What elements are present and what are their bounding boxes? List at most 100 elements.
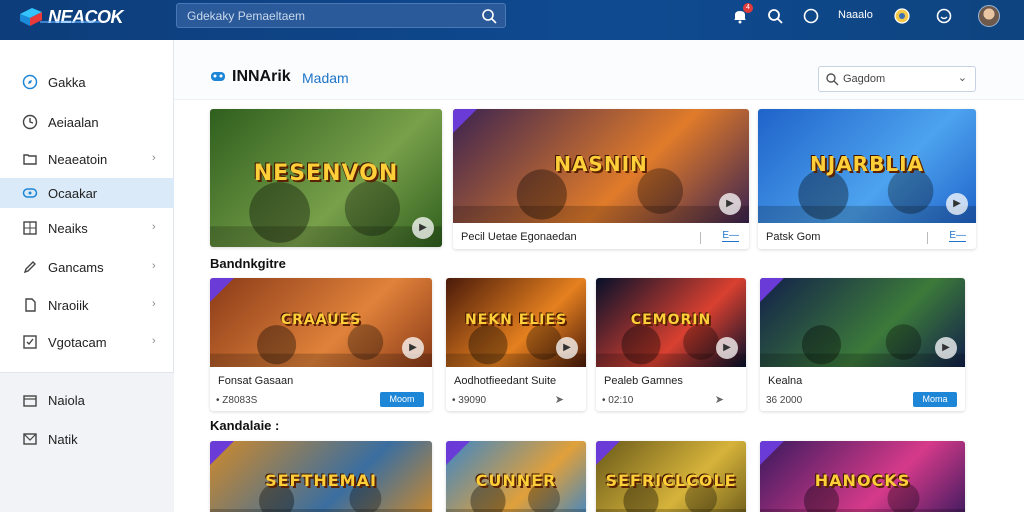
sidebar-item-ocaakar[interactable]: Ocaakar — [0, 178, 174, 208]
sort-dropdown[interactable]: Gagdom ⌄ — [818, 66, 976, 92]
search-icon[interactable] — [766, 7, 784, 25]
sidebar: Gakka Aeiaalan Neaeatoin › Ocaakar Neaiks › Gan… — [0, 40, 174, 512]
game-card[interactable]: SEFTHEMAI — [210, 441, 432, 512]
card-title: Fonsat Gasaan — [218, 375, 294, 387]
game-card[interactable]: HANOCKS — [760, 441, 965, 512]
sidebar-item-gakka[interactable]: Gakka — [0, 67, 174, 97]
card-meta: • Z8083S — [216, 395, 258, 406]
chevron-right-icon: › — [152, 152, 156, 164]
game-thumbnail[interactable]: HANOCKS — [760, 441, 965, 512]
top-bar: NEACOK Gdekaky Pemaeltaem 4 Naaalo — [0, 0, 1024, 40]
game-title-art: NESENVON — [253, 161, 399, 187]
sidebar-item-label: Nraoiik — [48, 298, 89, 313]
sidebar-item-vgotacam[interactable]: Vgotacam › — [0, 327, 174, 357]
gamepad-icon — [211, 72, 225, 81]
game-card[interactable]: ▶ Kealna 36 2000 Moma — [760, 278, 965, 411]
box-icon — [23, 395, 37, 407]
sort-label: Gagdom — [843, 73, 886, 85]
sidebar-item-label: Gakka — [48, 75, 86, 90]
game-card[interactable]: SEFRICLCOLE — [596, 441, 746, 512]
sidebar-item-nraoiik[interactable]: Nraoiik › — [0, 290, 174, 320]
game-title-art: NJARBLIA — [810, 152, 924, 177]
card-link[interactable]: E— — [722, 230, 739, 242]
card-link[interactable]: E— — [949, 230, 966, 242]
game-thumbnail[interactable]: SEFRICLCOLE — [596, 441, 746, 512]
sidebar-item-label: Neaeatoin — [48, 152, 108, 167]
chevron-right-icon: › — [152, 260, 156, 272]
sidebar-item-gancams[interactable]: Gancams › — [0, 252, 174, 282]
notification-badge: 4 — [743, 3, 753, 13]
featured-card[interactable]: NESENVON ▶ — [210, 109, 442, 247]
logo-icon — [20, 8, 42, 26]
play-icon[interactable]: ▶ — [935, 337, 957, 359]
chevron-down-icon: ⌄ — [957, 72, 967, 84]
nav-text[interactable]: Naaalo — [838, 9, 873, 21]
game-thumbnail[interactable]: NESENVON ▶ — [210, 109, 442, 247]
game-thumbnail[interactable]: ▶ — [760, 278, 965, 367]
clock-icon[interactable] — [802, 7, 820, 25]
ribbon-tag — [760, 278, 784, 302]
sidebar-item-aeiaalan[interactable]: Aeiaalan — [0, 107, 174, 137]
ribbon-tag — [446, 441, 470, 465]
card-title: Pealeb Gamnes — [604, 375, 683, 387]
globe-icon[interactable] — [893, 7, 911, 25]
game-title-art: HANOCKS — [814, 471, 911, 491]
sidebar-footer-label: Naiola — [48, 393, 85, 408]
play-icon[interactable]: ▶ — [946, 193, 968, 215]
logo-text: NEACOK — [48, 6, 124, 27]
chevron-right-icon: › — [152, 298, 156, 310]
game-thumbnail[interactable]: CRAAUES ▶ — [210, 278, 432, 367]
game-card[interactable]: CRAAUES ▶ Fonsat Gasaan • Z8083S Moom — [210, 278, 432, 411]
play-icon[interactable]: ▶ — [556, 337, 578, 359]
section-title-popular: Bandnkgitre — [210, 256, 286, 271]
game-thumbnail[interactable]: SEFTHEMAI — [210, 441, 432, 512]
game-title-art: CRAAUES — [280, 311, 362, 328]
avatar[interactable] — [978, 5, 1000, 27]
sidebar-footer-label: Natik — [48, 432, 78, 447]
search-icon[interactable] — [481, 8, 497, 24]
notification-button[interactable]: 4 — [731, 3, 753, 25]
gamepad-icon — [22, 188, 38, 198]
featured-card[interactable]: NASNIN ▶ Pecil Uetae Egonaedan E— — [453, 109, 749, 249]
share-icon[interactable]: ➤ — [715, 393, 724, 406]
game-thumbnail[interactable]: NASNIN ▶ — [453, 109, 749, 223]
sidebar-item-neaeatoin[interactable]: Neaeatoin › — [0, 144, 174, 174]
game-thumbnail[interactable]: CUNNER — [446, 441, 586, 512]
document-icon — [25, 298, 36, 312]
ribbon-tag — [453, 109, 477, 133]
play-icon[interactable]: ▶ — [716, 337, 738, 359]
featured-card[interactable]: NJARBLIA ▶ Patsk Gom E— — [758, 109, 976, 249]
check-box-icon — [23, 335, 37, 349]
play-icon[interactable]: ▶ — [719, 193, 741, 215]
card-meta: • 39090 — [452, 395, 487, 406]
play-button[interactable]: Moma — [913, 392, 957, 407]
game-thumbnail[interactable]: CEMORIN ▶ — [596, 278, 746, 367]
share-icon[interactable]: ➤ — [555, 393, 564, 406]
sidebar-item-label: Gancams — [48, 260, 104, 275]
sidebar-footer-item-natik[interactable]: Natik — [0, 424, 174, 454]
search-icon — [826, 73, 839, 86]
game-thumbnail[interactable]: NJARBLIA ▶ — [758, 109, 976, 223]
page-subtitle[interactable]: Madam — [302, 70, 349, 86]
sidebar-item-neaiks[interactable]: Neaiks › — [0, 213, 174, 243]
sidebar-footer-item-naiola[interactable]: Naiola — [0, 385, 174, 415]
search-bar[interactable]: Gdekaky Pemaeltaem — [176, 3, 506, 28]
game-card[interactable]: NEKN ELIES ▶ Aodhotfieedant Suite • 39090 ➤ — [446, 278, 586, 411]
game-card[interactable]: CEMORIN ▶ Pealeb Gamnes • 02:10 ➤ — [596, 278, 746, 411]
play-icon[interactable]: ▶ — [402, 337, 424, 359]
logo-underline — [40, 21, 100, 23]
ribbon-tag — [760, 441, 784, 465]
play-button[interactable]: Moom — [380, 392, 424, 407]
logo[interactable]: NEACOK — [18, 6, 124, 28]
folder-icon — [23, 154, 37, 165]
game-thumbnail[interactable]: NEKN ELIES ▶ — [446, 278, 586, 367]
play-icon[interactable]: ▶ — [412, 217, 434, 239]
grid-icon — [23, 221, 37, 235]
game-title-art: SEFTHEMAI — [265, 471, 377, 491]
card-title: Patsk Gom — [766, 231, 821, 243]
search-placeholder: Gdekaky Pemaeltaem — [187, 9, 306, 23]
game-title-art: NEKN ELIES — [464, 311, 568, 328]
game-card[interactable]: CUNNER — [446, 441, 586, 512]
game-title-art: NASNIN — [554, 152, 648, 177]
smiley-icon[interactable] — [935, 7, 953, 25]
